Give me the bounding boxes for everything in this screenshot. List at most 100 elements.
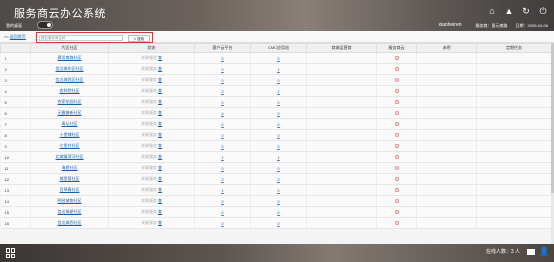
platform-count-link[interactable]: 0: [221, 144, 223, 149]
platform-count-link[interactable]: 0: [221, 133, 223, 138]
view-link[interactable]: 查: [158, 143, 162, 148]
alert-icon[interactable]: [394, 88, 399, 93]
view-link[interactable]: 查: [158, 176, 162, 181]
view-link[interactable]: 查: [158, 165, 162, 170]
community-link[interactable]: 农科院社区: [60, 88, 80, 93]
home-icon[interactable]: ⌂: [487, 6, 497, 16]
alert-icon[interactable]: [394, 55, 399, 60]
view-link[interactable]: 查: [158, 55, 162, 60]
cmc-count-link[interactable]: 0: [277, 111, 279, 116]
community-link[interactable]: 信达城西社区: [58, 220, 82, 225]
contacts-icon[interactable]: 👤: [539, 247, 549, 257]
community-link[interactable]: 百草春社区: [60, 187, 80, 192]
alert-icon[interactable]: [394, 198, 399, 203]
platform-count-link[interactable]: 0: [221, 122, 223, 127]
graduation-cap-icon[interactable]: ▲: [504, 6, 514, 16]
platform-count-link[interactable]: 0: [221, 67, 223, 72]
view-link[interactable]: 查: [158, 66, 162, 71]
community-link[interactable]: 七里村社区: [60, 143, 80, 148]
platform-count-link[interactable]: 0: [221, 199, 223, 204]
alert-icon[interactable]: [394, 154, 399, 159]
refresh-icon[interactable]: ↻: [521, 6, 531, 16]
platform-count-link[interactable]: 0: [221, 166, 223, 171]
cmc-count-link[interactable]: 0: [277, 210, 279, 215]
view-link[interactable]: 查: [158, 209, 162, 214]
cmc-count-link[interactable]: 0: [277, 166, 279, 171]
cmc-count-link[interactable]: 0: [277, 199, 279, 204]
view-link[interactable]: 查: [158, 132, 162, 137]
platform-cell: 0: [194, 85, 251, 97]
community-link[interactable]: 青坛社区: [62, 121, 78, 126]
platform-count-link[interactable]: 0: [221, 210, 223, 215]
table-row: 5 农家花园社区 关联服务查 0 0: [0, 96, 551, 108]
alert-icon[interactable]: [394, 165, 399, 170]
community-link[interactable]: 农家花园社区: [58, 99, 82, 104]
power-icon[interactable]: ⏻: [538, 6, 548, 16]
community-link[interactable]: 建设南路社区: [58, 55, 82, 60]
cmc-count-link[interactable]: 0: [277, 177, 279, 182]
view-link[interactable]: 查: [158, 77, 162, 82]
platform-count-link[interactable]: 0: [221, 56, 223, 61]
community-link[interactable]: 天霸普新社区: [58, 110, 82, 115]
menu-toggle[interactable]: [37, 21, 53, 29]
community-link[interactable]: 城里管社区: [60, 176, 80, 181]
app-grid-icon[interactable]: [6, 248, 16, 258]
platform-count-link[interactable]: 0: [221, 89, 223, 94]
cmc-count-link[interactable]: 1: [277, 67, 279, 72]
alert-icon[interactable]: [394, 220, 399, 225]
community-link[interactable]: 海恩社区: [62, 165, 78, 170]
search-input[interactable]: 报告服务商名称: [39, 35, 123, 41]
community-link[interactable]: 十里铺社区: [60, 132, 80, 137]
cmc-count-link[interactable]: 1: [277, 155, 279, 160]
view-link[interactable]: 查: [158, 220, 162, 225]
unknown-cell: [416, 118, 477, 130]
table-row: 3 信达城西区社区 关联服务查 0 0: [0, 74, 551, 86]
mail-icon[interactable]: [527, 249, 535, 255]
platform-count-link[interactable]: 1: [221, 188, 223, 193]
platform-count-link[interactable]: 0: [221, 177, 223, 182]
unknown-cell: [416, 184, 477, 196]
view-link[interactable]: 查: [158, 88, 162, 93]
back-home-link[interactable]: 返回首页: [10, 34, 26, 39]
view-link[interactable]: 查: [158, 187, 162, 192]
platform-count-link[interactable]: 0: [221, 100, 223, 105]
view-link[interactable]: 查: [158, 110, 162, 115]
platform-count-link[interactable]: 0: [221, 221, 223, 226]
community-link[interactable]: 明经城南社区: [58, 198, 82, 203]
status-cell: 关联服务查: [108, 173, 195, 185]
tab-my-desktop[interactable]: 我的桌面: [6, 20, 22, 31]
cmc-count-link[interactable]: 0: [277, 221, 279, 226]
alert-icon[interactable]: [394, 99, 399, 104]
platform-count-link[interactable]: 0: [221, 78, 223, 83]
platform-count-link[interactable]: 1: [221, 155, 223, 160]
community-link[interactable]: 北城镇滨河社区: [56, 154, 84, 159]
community-link[interactable]: 信达城西区社区: [56, 77, 84, 82]
alert-icon[interactable]: [394, 132, 399, 137]
mall-cell: [306, 129, 377, 141]
alert-icon[interactable]: [394, 187, 399, 192]
view-link[interactable]: 查: [158, 121, 162, 126]
top-icon-group: ⌂ ▲ ↻ ⏻: [487, 6, 548, 16]
view-link[interactable]: 查: [158, 198, 162, 203]
cmc-count-link[interactable]: 0: [277, 188, 279, 193]
alert-icon[interactable]: [394, 121, 399, 126]
alert-icon[interactable]: [394, 209, 399, 214]
alert-icon[interactable]: [394, 176, 399, 181]
view-link[interactable]: 查: [158, 99, 162, 104]
alert-icon[interactable]: [394, 143, 399, 148]
alert-icon[interactable]: [394, 66, 399, 71]
community-link[interactable]: 信达城东区社区: [56, 66, 84, 71]
cmc-count-link[interactable]: 0: [277, 144, 279, 149]
alert-icon[interactable]: [394, 110, 399, 115]
cmc-count-link[interactable]: 0: [277, 122, 279, 127]
platform-count-link[interactable]: 4: [221, 111, 223, 116]
view-link[interactable]: 查: [158, 154, 162, 159]
cmc-count-link[interactable]: 0: [277, 133, 279, 138]
community-link[interactable]: 信达城星社区: [58, 209, 82, 214]
alert-icon[interactable]: [394, 77, 399, 82]
cmc-count-link[interactable]: 1: [277, 89, 279, 94]
cmc-count-link[interactable]: 0: [277, 78, 279, 83]
search-button[interactable]: 搜索: [128, 34, 150, 42]
cmc-count-link[interactable]: 0: [277, 100, 279, 105]
cmc-count-link[interactable]: 0: [277, 56, 279, 61]
